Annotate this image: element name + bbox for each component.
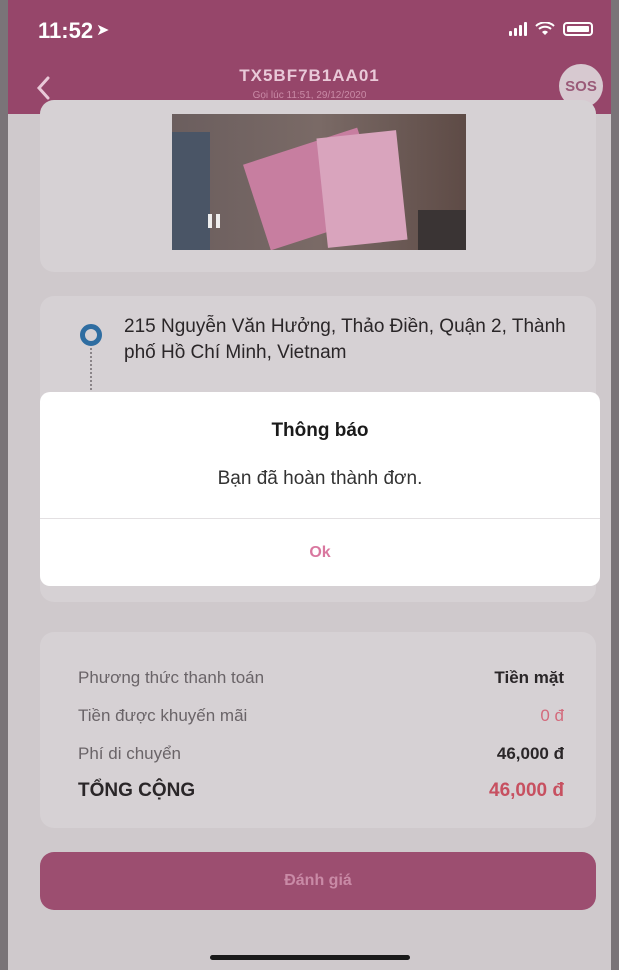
battery-icon — [563, 22, 593, 36]
video-card — [40, 100, 596, 272]
notification-dialog: Thông báo Bạn đã hoàn thành đơn. Ok — [40, 392, 600, 586]
home-indicator — [210, 955, 410, 960]
route-line — [90, 348, 92, 390]
rate-button[interactable]: Đánh giá — [40, 852, 596, 910]
promo-label: Tiền được khuyến mãi — [78, 706, 248, 725]
total-label: TỔNG CỘNG — [78, 780, 196, 801]
dialog-message: Bạn đã hoàn thành đơn. — [217, 468, 423, 489]
promo-value: 0 đ — [540, 706, 564, 725]
fee-row: Phí di chuyển 46,000 đ — [78, 744, 564, 764]
wifi-icon — [535, 22, 555, 35]
signal-icon — [509, 22, 527, 36]
total-value: 46,000 đ — [489, 780, 564, 801]
promo-row: Tiền được khuyến mãi 0 đ — [78, 706, 564, 726]
phone-screen: 11:52 ➤ TX5BF7B1AA01 Gọi lúc 11:51, 29/1… — [8, 0, 611, 970]
fee-label: Phí di chuyển — [78, 744, 182, 763]
status-bar: 11:52 ➤ — [8, 0, 611, 62]
payment-method-label: Phương thức thanh toán — [78, 668, 265, 687]
pickup-address: 215 Nguyễn Văn Hưởng, Thảo Điền, Quận 2,… — [124, 316, 566, 363]
video-player[interactable] — [172, 114, 466, 250]
payment-method-value: Tiền mặt — [494, 668, 564, 687]
status-time: 11:52 — [38, 18, 94, 43]
payment-method-row: Phương thức thanh toán Tiền mặt — [78, 668, 564, 688]
pause-icon[interactable] — [208, 214, 220, 228]
fee-value: 46,000 đ — [496, 744, 564, 763]
payment-card: Phương thức thanh toán Tiền mặt Tiền đượ… — [40, 632, 596, 828]
pickup-pin-icon — [80, 324, 102, 346]
order-code-title: TX5BF7B1AA01 — [239, 66, 380, 85]
ok-button[interactable]: Ok — [40, 519, 600, 586]
dialog-title: Thông báo — [271, 420, 369, 441]
status-icons — [509, 22, 593, 36]
location-arrow-icon: ➤ — [96, 20, 110, 39]
total-row: TỔNG CỘNG 46,000 đ — [78, 780, 564, 802]
